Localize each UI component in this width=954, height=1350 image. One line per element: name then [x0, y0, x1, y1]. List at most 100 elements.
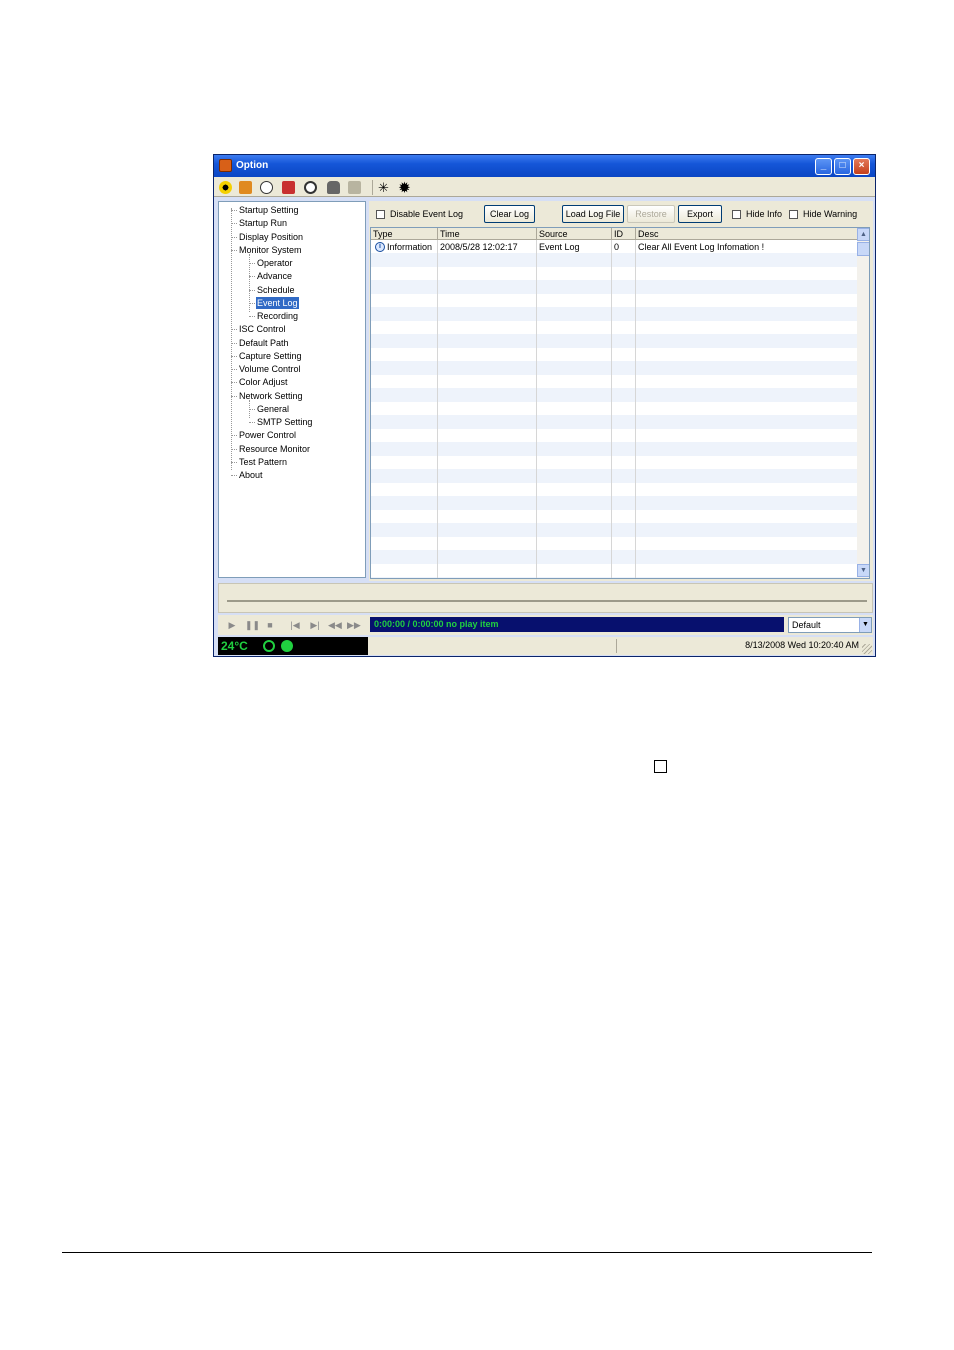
column-header-id[interactable]: ID: [612, 228, 636, 240]
tree-item[interactable]: Startup Run: [238, 217, 288, 229]
scroll-thumb[interactable]: [857, 242, 869, 256]
column-divider: [437, 240, 438, 578]
tree-line: [249, 316, 255, 317]
close-button[interactable]: ×: [853, 158, 870, 175]
status-bar: 24°C 8/13/2008 Wed 10:20:40 AM: [218, 637, 873, 655]
fast-forward-icon[interactable]: ▶▶: [347, 619, 361, 631]
tree-line: [249, 408, 255, 410]
tree-line: [231, 475, 237, 476]
clear-log-button[interactable]: Clear Log: [484, 205, 535, 223]
hide-info-label: Hide Info: [746, 209, 783, 219]
folder-icon[interactable]: [348, 181, 361, 194]
column-divider: [536, 240, 537, 578]
hide-warning-label: Hide Warning: [803, 209, 858, 219]
tree-item[interactable]: Operator: [256, 257, 294, 269]
tree-item[interactable]: Network Setting: [238, 390, 304, 402]
settings-tree[interactable]: Startup Setting Startup Run Display Positi…: [218, 201, 366, 578]
seek-bar[interactable]: [227, 600, 867, 602]
clock-icon[interactable]: [304, 181, 317, 194]
export-button[interactable]: Export: [678, 205, 722, 223]
tree-line: [249, 276, 255, 278]
tree-item[interactable]: Volume Control: [238, 363, 302, 375]
rewind-icon[interactable]: ◀◀: [328, 619, 342, 631]
minimize-button[interactable]: _: [815, 158, 832, 175]
star-burst-icon[interactable]: ✳: [377, 181, 390, 194]
play-icon[interactable]: ▶: [226, 619, 238, 631]
vertical-scrollbar[interactable]: ▲ ▼: [857, 228, 869, 578]
row-id: 0: [614, 242, 620, 252]
tree-item[interactable]: ISC Control: [238, 323, 287, 335]
tree-item[interactable]: Schedule: [256, 284, 296, 296]
camera-icon[interactable]: [239, 181, 252, 194]
restore-button[interactable]: Restore: [627, 205, 675, 223]
datetime-readout: 8/13/2008 Wed 10:20:40 AM: [745, 640, 859, 650]
radiation-icon[interactable]: [219, 181, 232, 194]
temperature-panel: 24°C: [218, 637, 368, 655]
column-header-desc[interactable]: Desc: [636, 228, 857, 240]
play-status: 0:00:00 / 0:00:00 no play item: [370, 617, 784, 632]
tree-item[interactable]: About: [238, 469, 264, 481]
event-log-panel: Disable Event Log Clear Log Load Log Fil…: [369, 201, 873, 581]
next-icon[interactable]: ▶|: [309, 619, 321, 631]
column-divider: [611, 240, 612, 578]
tree-item[interactable]: Power Control: [238, 429, 297, 441]
column-header-source[interactable]: Source: [537, 228, 612, 240]
column-divider: [635, 240, 636, 578]
pause-icon[interactable]: ❚❚: [245, 619, 260, 631]
gear-icon[interactable]: [260, 181, 273, 194]
title-bar[interactable]: Option _ □ ×: [214, 155, 875, 177]
footer-rule: [62, 1252, 872, 1253]
power-icon[interactable]: [263, 640, 275, 652]
toolbar: ✳ ✹: [214, 177, 875, 197]
tree-item[interactable]: Recording: [256, 310, 299, 322]
previous-icon[interactable]: |◀: [289, 619, 301, 631]
tree-item[interactable]: Color Adjust: [238, 376, 289, 388]
tree-line: [231, 342, 237, 344]
maximize-button[interactable]: □: [834, 158, 851, 175]
information-icon: i: [375, 242, 385, 252]
tree-item[interactable]: Resource Monitor: [238, 443, 311, 455]
status-led-icon: [281, 640, 293, 652]
tree-item[interactable]: SMTP Setting: [256, 416, 313, 428]
tree-item[interactable]: Monitor System: [238, 244, 303, 256]
event-log-list[interactable]: Type Time Source ID Desc i Information 2…: [370, 227, 870, 579]
preset-select[interactable]: Default ▼: [788, 617, 872, 633]
scroll-down-icon[interactable]: ▼: [857, 564, 869, 577]
tree-line: [249, 302, 255, 304]
column-header-type[interactable]: Type: [371, 228, 438, 240]
tree-item[interactable]: Startup Setting: [238, 204, 300, 216]
tree-line: [231, 236, 237, 238]
tree-line: [231, 448, 237, 450]
tree-line: [231, 329, 237, 331]
star-burst-dark-icon[interactable]: ✹: [398, 181, 411, 194]
tree-item[interactable]: Test Pattern: [238, 456, 288, 468]
hand-icon[interactable]: [327, 181, 340, 194]
tree-line: [231, 210, 237, 211]
player-controls: ▶ ❚❚ ■ |◀ ▶| ◀◀ ▶▶ 0:00:00 / 0:00:00 no …: [218, 615, 873, 635]
tree-line: [231, 249, 237, 251]
column-header-time[interactable]: Time: [438, 228, 537, 240]
scroll-up-icon[interactable]: ▲: [857, 228, 869, 241]
hide-warning-checkbox[interactable]: [789, 210, 798, 219]
resize-grip-icon[interactable]: [862, 644, 872, 654]
stop-icon[interactable]: ■: [264, 619, 276, 631]
load-log-file-button[interactable]: Load Log File: [562, 205, 624, 223]
tree-item[interactable]: Advance: [256, 270, 293, 282]
tree-item[interactable]: Display Position: [238, 231, 304, 243]
tree-item[interactable]: Capture Setting: [238, 350, 303, 362]
tree-item[interactable]: Default Path: [238, 337, 290, 349]
tree-line: [231, 355, 237, 357]
status-separator: [616, 639, 617, 653]
tree-line: [231, 223, 237, 225]
tree-line: [249, 263, 255, 264]
disable-event-log-checkbox[interactable]: [376, 210, 385, 219]
list-background: [371, 240, 857, 578]
tree-line: [249, 289, 255, 291]
tree-line: [231, 435, 237, 437]
tree-item[interactable]: General: [256, 403, 290, 415]
tree-item[interactable]: Event Log: [256, 296, 299, 309]
record-icon[interactable]: [282, 181, 295, 194]
dropdown-arrow-icon[interactable]: ▼: [859, 618, 871, 632]
hide-info-checkbox[interactable]: [732, 210, 741, 219]
seek-bar-area: [218, 583, 873, 613]
